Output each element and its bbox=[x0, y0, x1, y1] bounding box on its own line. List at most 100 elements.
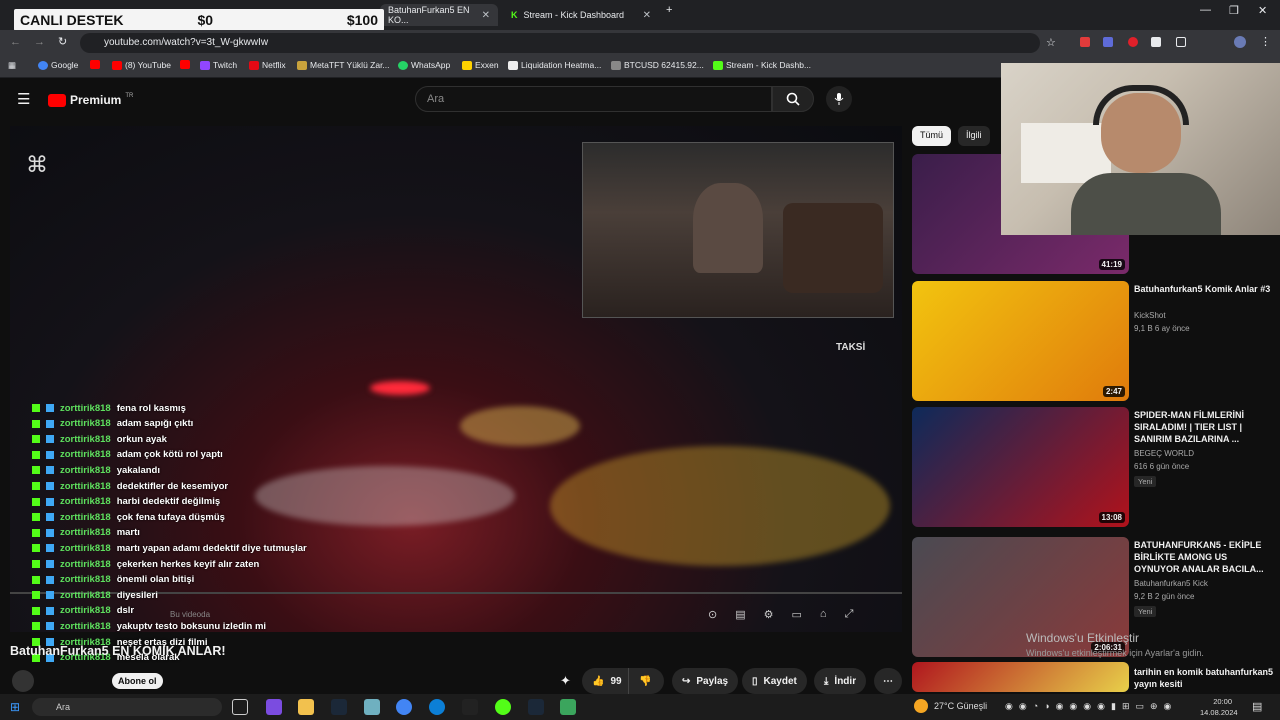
back-icon[interactable]: ← bbox=[10, 36, 21, 48]
windows-activation-subtitle: Windows'u etkinleştirmek için Ayarlar'a … bbox=[1026, 648, 1204, 658]
chip-all[interactable]: Tümü bbox=[912, 126, 952, 146]
kick-icon[interactable] bbox=[495, 699, 511, 715]
system-tray-icons[interactable]: ◉◉◔◑◉◉◉◉▮⊞▭⊕◉ bbox=[1005, 701, 1177, 712]
url-input[interactable]: youtube.com/watch?v=3t_W-gkwwIw bbox=[80, 33, 1040, 53]
like-button[interactable]: 👍 99 bbox=[582, 668, 628, 694]
steam-icon[interactable] bbox=[528, 699, 544, 715]
bookmark-whatsapp[interactable]: WhatsApp bbox=[398, 60, 450, 70]
chat-username: zorttirik818 bbox=[60, 574, 111, 586]
bookmark-youtube[interactable]: (8) YouTube bbox=[112, 60, 171, 70]
extension-icon[interactable] bbox=[1151, 37, 1161, 47]
windows-start-icon[interactable]: ⊞ bbox=[10, 700, 20, 714]
player-controls: ⊙ ▤ ⚙ ▭ ⌂ ⤢ bbox=[708, 608, 853, 621]
microphone-icon bbox=[834, 93, 844, 105]
share-button[interactable]: ↪ Paylaş bbox=[672, 668, 739, 694]
copilot-icon[interactable] bbox=[266, 699, 282, 715]
bookmark-liquidation[interactable]: Liquidation Heatma... bbox=[508, 60, 601, 70]
bookmark-youtube-2[interactable] bbox=[180, 60, 190, 69]
close-tab-icon[interactable]: ✕ bbox=[482, 10, 490, 21]
chrome-icon[interactable] bbox=[396, 699, 412, 715]
clock-time[interactable]: 20:00 bbox=[1200, 697, 1232, 706]
autoplay-toggle-icon[interactable]: ⊙ bbox=[708, 608, 717, 621]
forward-icon[interactable]: → bbox=[34, 36, 45, 48]
new-tab-icon[interactable]: + bbox=[666, 4, 672, 16]
chat-badge-icon bbox=[32, 591, 40, 600]
video-title-link[interactable]: Batuhanfurkan5 Komik Anlar #3 bbox=[1134, 283, 1274, 295]
streamer-webcam bbox=[1001, 63, 1280, 235]
search-input[interactable]: Ara bbox=[415, 86, 772, 112]
clock-date[interactable]: 14.08.2024 bbox=[1200, 708, 1238, 717]
maximize-icon[interactable]: ❐ bbox=[1229, 4, 1239, 17]
subtitles-icon[interactable]: ▤ bbox=[735, 608, 745, 621]
extensions-puzzle-icon[interactable] bbox=[1176, 37, 1186, 47]
close-window-icon[interactable]: ✕ bbox=[1258, 4, 1267, 17]
reload-icon[interactable]: ↻ bbox=[58, 35, 67, 48]
apps-grid-icon[interactable]: ▦ bbox=[8, 60, 16, 71]
task-view-icon[interactable] bbox=[232, 699, 248, 715]
extension-icon[interactable] bbox=[1128, 37, 1138, 47]
video-thumbnail[interactable]: 13:08 bbox=[912, 407, 1129, 527]
bookmark-twitch[interactable]: Twitch bbox=[200, 60, 237, 70]
bookmark-metatft[interactable]: MetaTFT Yüklü Zar... bbox=[297, 60, 390, 70]
youtube-premium-logo[interactable]: Premium TR bbox=[48, 93, 133, 107]
notification-icon[interactable]: ▤ bbox=[1252, 700, 1262, 713]
bookmark-google[interactable]: Google bbox=[38, 60, 78, 70]
app-icon[interactable] bbox=[462, 699, 478, 715]
video-title-link[interactable]: tarihin en komik batuhanfurkan5 yayın ke… bbox=[1134, 666, 1274, 690]
chat-username: zorttirik818 bbox=[60, 605, 111, 617]
dislike-button[interactable]: 👎 bbox=[628, 668, 664, 694]
profile-avatar[interactable] bbox=[1234, 36, 1246, 48]
chat-text: çok fena tufaya düşmüş bbox=[116, 511, 225, 523]
save-button[interactable]: ▯ Kaydet bbox=[742, 668, 807, 694]
tab-kick-dashboard[interactable]: K Stream - Kick Dashboard ✕ bbox=[503, 4, 659, 26]
more-horizontal-icon: ⋯ bbox=[883, 675, 893, 687]
more-actions-button[interactable]: ⋯ bbox=[874, 668, 902, 694]
extension-icon[interactable] bbox=[1103, 37, 1113, 47]
bookmark-star-icon[interactable]: ☆ bbox=[1046, 36, 1056, 49]
close-tab-icon[interactable]: ✕ bbox=[643, 10, 651, 21]
video-thumbnail[interactable] bbox=[912, 662, 1129, 692]
chat-message: zorttirik818 önemli olan bitişi bbox=[32, 573, 194, 587]
miniplayer-icon[interactable]: ▭ bbox=[792, 608, 802, 621]
taskbar-search-input[interactable]: Ara bbox=[32, 698, 222, 716]
download-button[interactable]: ⤓ İndir bbox=[814, 668, 867, 694]
car-seat-shape bbox=[783, 203, 883, 293]
channel-name[interactable]: Batuhanfurkan5 Kick bbox=[1134, 579, 1208, 588]
channel-name[interactable]: BEGEÇ WORLD bbox=[1134, 449, 1194, 458]
bookmark-btcusd[interactable]: BTCUSD 62415.92... bbox=[611, 60, 704, 70]
video-title-link[interactable]: BATUHANFURKAN5 - EKİPLE BİRLİKTE AMONG U… bbox=[1134, 539, 1274, 575]
edge-icon[interactable] bbox=[429, 699, 445, 715]
minimize-icon[interactable]: — bbox=[1200, 4, 1211, 16]
bookmark-youtube-folder[interactable] bbox=[90, 60, 100, 69]
settings-gear-icon[interactable]: ⚙ bbox=[764, 608, 774, 621]
bookmark-netflix[interactable]: Netflix bbox=[249, 60, 286, 70]
menu-kebab-icon[interactable]: ⋮ bbox=[1260, 35, 1271, 48]
channel-avatar[interactable] bbox=[12, 670, 34, 692]
channel-name[interactable]: KickShot bbox=[1134, 311, 1166, 320]
weather-label[interactable]: 27°C Güneşli bbox=[934, 701, 987, 711]
voice-search-button[interactable] bbox=[826, 86, 852, 112]
sparkle-icon[interactable]: ✦ bbox=[560, 673, 571, 689]
extension-icon[interactable] bbox=[1080, 37, 1090, 47]
file-explorer-icon[interactable] bbox=[298, 699, 314, 715]
steam-icon[interactable] bbox=[331, 699, 347, 715]
chat-text: diyesileri bbox=[116, 589, 158, 601]
subscribe-button[interactable]: Abone ol bbox=[112, 673, 163, 689]
chat-username: zorttirik818 bbox=[60, 433, 111, 445]
bookmark-kick[interactable]: Stream - Kick Dashb... bbox=[713, 60, 811, 70]
video-thumbnail[interactable]: 2:47 bbox=[912, 281, 1129, 401]
tab-youtube[interactable]: BatuhanFurkan5 EN KO... ✕ bbox=[380, 4, 498, 26]
bookmark-exxen[interactable]: Exxen bbox=[462, 60, 499, 70]
chat-message: zorttirik818 adam sapığı çıktı bbox=[32, 417, 193, 431]
cast-icon[interactable]: ⌂ bbox=[820, 608, 827, 621]
exxen-icon bbox=[462, 60, 472, 70]
video-title-link[interactable]: SPIDER-MAN FİLMLERİNİ SIRALADIM! | TIER … bbox=[1134, 409, 1274, 445]
chip-related[interactable]: İlgili bbox=[958, 126, 990, 146]
app-icon[interactable] bbox=[364, 699, 380, 715]
search-button[interactable] bbox=[772, 86, 814, 112]
hamburger-menu-icon[interactable]: ☰ bbox=[17, 90, 30, 108]
app-icon[interactable] bbox=[560, 699, 576, 715]
fullscreen-icon[interactable]: ⤢ bbox=[845, 608, 854, 621]
in-this-video-label[interactable]: Bu videoda bbox=[170, 610, 210, 619]
chat-text: martı yapan adamı dedektif diye tutmuşla… bbox=[116, 542, 307, 554]
